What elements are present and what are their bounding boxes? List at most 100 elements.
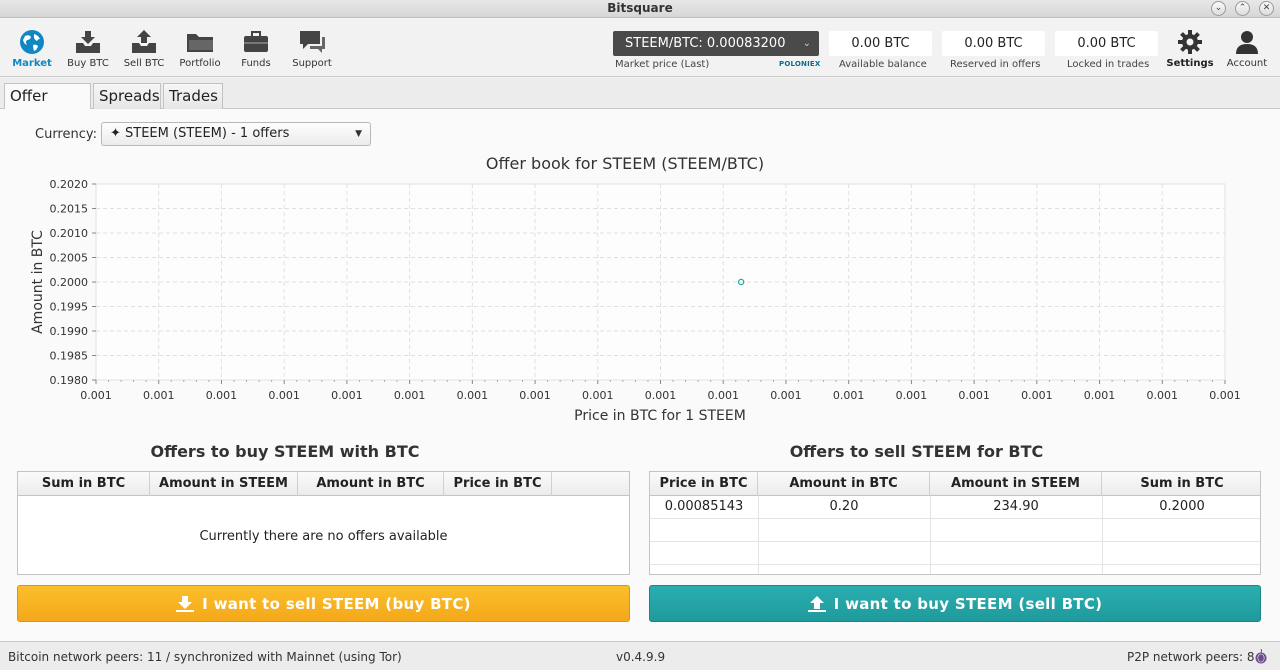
status-bar: Bitcoin network peers: 11 / synchronized… bbox=[0, 641, 1280, 670]
empty-table-message: Currently there are no offers available bbox=[199, 529, 448, 544]
bitcoin-network-status: Bitcoin network peers: 11 / synchronized… bbox=[8, 650, 402, 664]
triangle-down-icon: ▼ bbox=[355, 129, 362, 139]
offer-book-panel: Currency: ✦ STEEM (STEEM) - 1 offers ▼ O… bbox=[0, 109, 1280, 641]
upload-icon bbox=[807, 596, 826, 612]
x-tick-label: 0.001 bbox=[896, 389, 928, 402]
reserved-balance-label: Reserved in offers bbox=[950, 59, 1041, 70]
column-header[interactable]: Amount in BTC bbox=[758, 472, 930, 496]
close-icon: ✕ bbox=[1262, 3, 1271, 13]
y-tick-label: 0.2020 bbox=[50, 178, 89, 191]
x-tick-label: 0.001 bbox=[1021, 389, 1053, 402]
x-tick-label: 0.001 bbox=[331, 389, 363, 402]
y-tick-label: 0.2005 bbox=[50, 252, 89, 265]
column-header[interactable]: Amount in STEEM bbox=[150, 472, 298, 496]
available-balance-label: Available balance bbox=[839, 59, 927, 70]
currency-select[interactable]: ✦ STEEM (STEEM) - 1 offers ▼ bbox=[101, 122, 371, 146]
x-tick-label: 0.001 bbox=[206, 389, 238, 402]
locked-balance-label: Locked in trades bbox=[1067, 59, 1150, 70]
minimize-window-button[interactable]: ⌄ bbox=[1211, 1, 1226, 16]
nav-support-button[interactable]: Support bbox=[286, 29, 338, 73]
y-tick-label: 0.2010 bbox=[50, 227, 89, 240]
row-divider bbox=[650, 518, 1260, 519]
x-tick-label: 0.001 bbox=[1084, 389, 1116, 402]
nav-label: Buy BTC bbox=[67, 58, 109, 69]
nav-account-button[interactable]: Account bbox=[1221, 29, 1273, 73]
sell-steem-label: I want to sell STEEM (buy BTC) bbox=[202, 595, 471, 613]
market-price-value: STEEM/BTC: 0.00083200 bbox=[625, 36, 786, 51]
reserved-balance-value: 0.00 BTC bbox=[942, 31, 1045, 56]
price-source-label: POLONIEX bbox=[779, 60, 821, 68]
main-toolbar: Market Buy BTC Sell BTC Portfolio Funds … bbox=[0, 19, 1280, 77]
app-version: v0.4.9.9 bbox=[616, 650, 666, 664]
y-tick-label: 0.1980 bbox=[50, 374, 89, 387]
x-tick-label: 0.001 bbox=[1209, 389, 1241, 402]
maximize-window-button[interactable]: ⌃ bbox=[1235, 1, 1250, 16]
locked-balance-value: 0.00 BTC bbox=[1055, 31, 1158, 56]
y-tick-label: 0.1985 bbox=[50, 350, 89, 363]
sum-btc-cell: 0.2000 bbox=[1159, 499, 1205, 514]
window-title: Bitsquare bbox=[607, 1, 673, 15]
tab-offer-book[interactable]: Offer book bbox=[4, 83, 91, 129]
available-balance-value: 0.00 BTC bbox=[829, 31, 932, 56]
buy-offers-title: Offers to buy STEEM with BTC bbox=[150, 442, 420, 461]
market-price-label: Market price (Last) bbox=[615, 59, 710, 70]
x-tick-label: 0.001 bbox=[833, 389, 865, 402]
nav-buy-btc-button[interactable]: Buy BTC bbox=[62, 29, 114, 73]
nav-label: Portfolio bbox=[179, 58, 221, 69]
chevron-down-icon: ⌄ bbox=[802, 38, 811, 49]
x-tick-label: 0.001 bbox=[1147, 389, 1179, 402]
tor-onion-icon bbox=[1255, 649, 1267, 664]
offer-book-chart: Offer book for STEEM (STEEM/BTC) 0.20200… bbox=[30, 154, 1241, 424]
currency-label: Currency: bbox=[35, 127, 98, 142]
table-header: Sum in BTC Amount in STEEM Amount in BTC… bbox=[18, 472, 629, 496]
column-header[interactable]: Price in BTC bbox=[444, 472, 552, 496]
download-icon bbox=[176, 596, 195, 612]
download-box-icon bbox=[76, 31, 100, 53]
sell-steem-button[interactable]: I want to sell STEEM (buy BTC) bbox=[17, 585, 630, 622]
column-header[interactable]: Sum in BTC bbox=[18, 472, 150, 496]
tab-spreads[interactable]: Spreads bbox=[93, 83, 161, 109]
x-tick-label: 0.001 bbox=[707, 389, 739, 402]
nav-portfolio-button[interactable]: Portfolio bbox=[174, 29, 226, 73]
y-axis-label: Amount in BTC bbox=[30, 230, 46, 334]
y-axis-ticks: 0.2020 0.2015 0.2010 0.2005 0.2000 0.1995 0.19… bbox=[50, 178, 96, 387]
globe-icon bbox=[20, 30, 44, 54]
x-tick-label: 0.001 bbox=[80, 389, 112, 402]
x-tick-label: 0.001 bbox=[143, 389, 175, 402]
sell-offers-table: Price in BTC Amount in BTC Amount in STE… bbox=[649, 471, 1261, 575]
buy-steem-button[interactable]: I want to buy STEEM (sell BTC) bbox=[649, 585, 1261, 622]
x-tick-label: 0.001 bbox=[582, 389, 614, 402]
amount-steem-cell: 234.90 bbox=[993, 499, 1039, 514]
close-window-button[interactable]: ✕ bbox=[1259, 1, 1274, 16]
column-header[interactable]: Sum in BTC bbox=[1102, 472, 1262, 496]
column-header[interactable]: Price in BTC bbox=[650, 472, 758, 496]
price-cell: 0.00085143 bbox=[664, 499, 744, 514]
y-tick-label: 0.2015 bbox=[50, 203, 89, 216]
market-price-select[interactable]: STEEM/BTC: 0.00083200 ⌄ bbox=[613, 31, 819, 56]
tab-bar: Offer book Spreads Trades bbox=[0, 78, 1280, 129]
y-tick-label: 0.1990 bbox=[50, 325, 89, 338]
column-header[interactable]: Amount in BTC bbox=[298, 472, 444, 496]
nav-market-button[interactable]: Market bbox=[6, 29, 58, 73]
buy-offers-table: Sum in BTC Amount in STEEM Amount in BTC… bbox=[17, 471, 630, 575]
nav-label: Market bbox=[12, 58, 52, 69]
upload-box-icon bbox=[132, 30, 156, 53]
x-tick-label: 0.001 bbox=[394, 389, 426, 402]
tab-trades[interactable]: Trades bbox=[163, 83, 223, 109]
chat-bubbles-icon bbox=[300, 31, 325, 53]
column-header[interactable]: Amount in STEEM bbox=[930, 472, 1102, 496]
gear-icon bbox=[1178, 30, 1202, 54]
x-tick-label: 0.001 bbox=[519, 389, 551, 402]
nav-sell-btc-button[interactable]: Sell BTC bbox=[118, 29, 170, 73]
x-tick-label: 0.001 bbox=[268, 389, 300, 402]
sell-offers-title: Offers to sell STEEM for BTC bbox=[789, 442, 1044, 461]
nav-settings-button[interactable]: Settings bbox=[1164, 29, 1216, 73]
currency-selected-value: ✦ STEEM (STEEM) - 1 offers bbox=[110, 126, 290, 141]
nav-label: Account bbox=[1226, 58, 1268, 69]
buy-steem-label: I want to buy STEEM (sell BTC) bbox=[833, 595, 1103, 613]
x-tick-label: 0.001 bbox=[645, 389, 677, 402]
x-axis-ticks: 0.001 0.001 0.001 0.001 0.001 0.001 0.001 0.001… bbox=[80, 380, 1241, 402]
nav-funds-button[interactable]: Funds bbox=[230, 29, 282, 73]
p2p-network-status: P2P network peers: 8 bbox=[1127, 650, 1255, 664]
y-tick-label: 0.2000 bbox=[50, 276, 89, 289]
